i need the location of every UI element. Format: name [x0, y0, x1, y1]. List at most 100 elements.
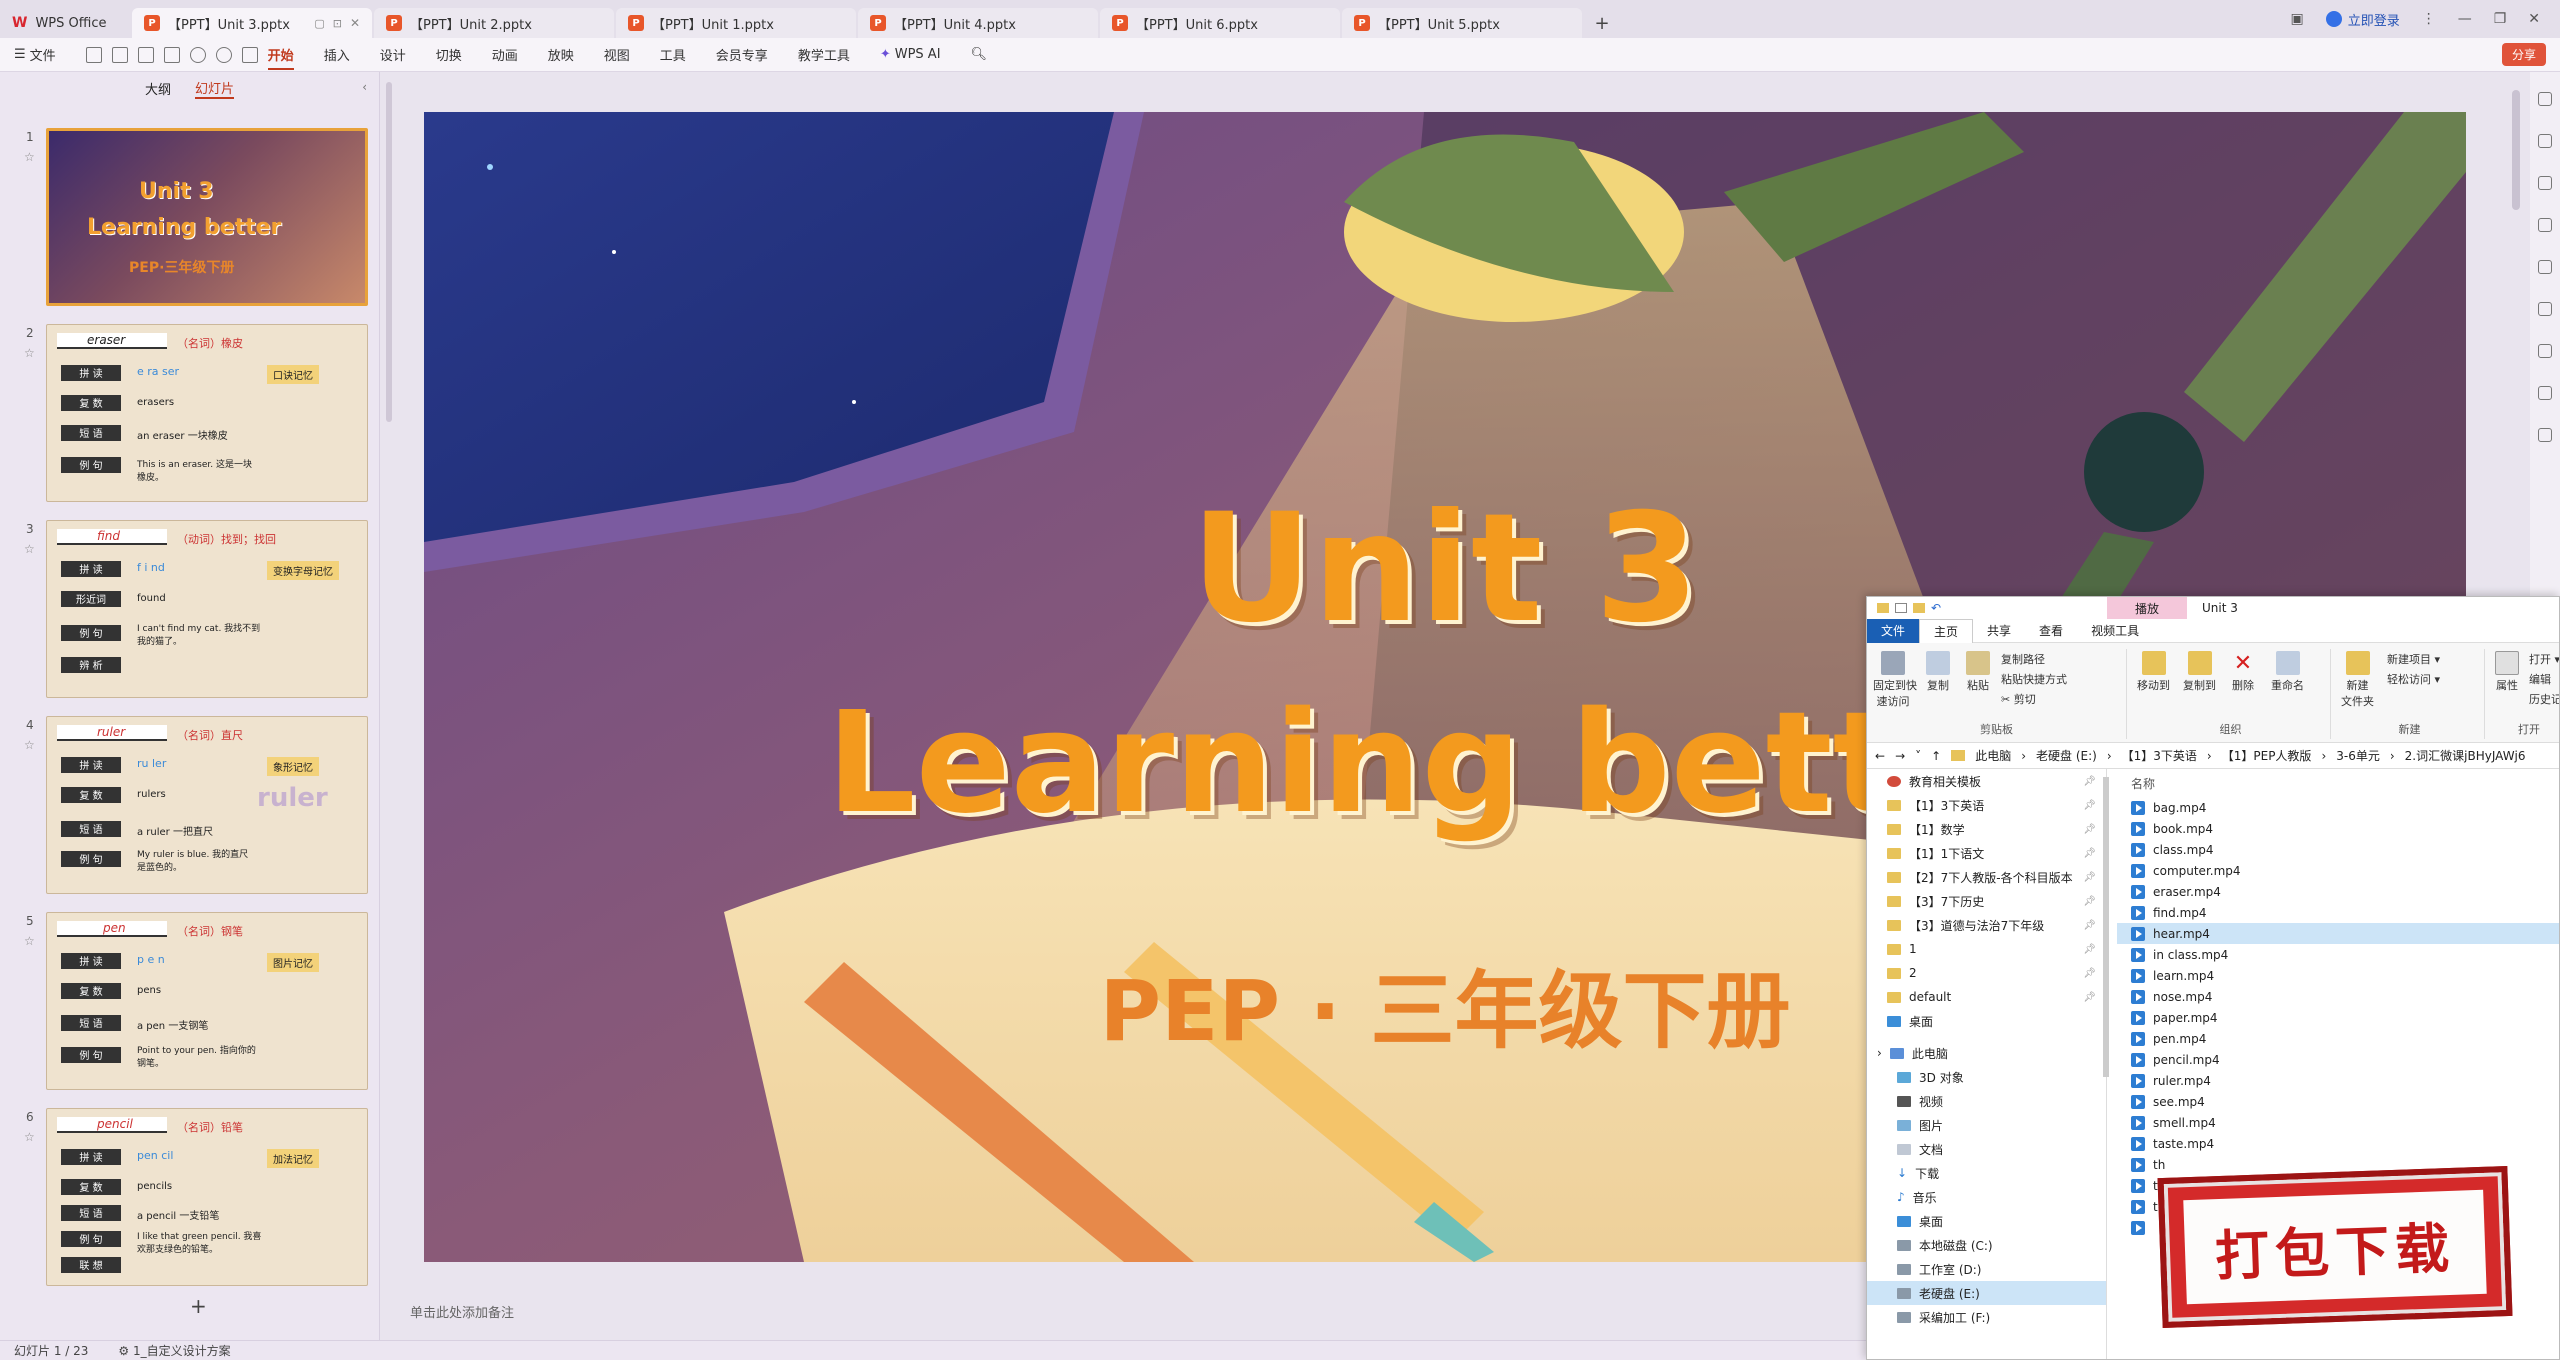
ribbon-tab-insert[interactable]: 插入 — [324, 45, 350, 64]
tab-unit1[interactable]: P 【PPT】Unit 1.pptx — [616, 8, 856, 38]
address-segment[interactable]: 2.词汇微课jBHyJAWj6 — [2405, 747, 2526, 764]
resource-icon[interactable] — [2538, 302, 2552, 316]
address-segment[interactable]: 此电脑 — [1975, 747, 2011, 764]
more-icon[interactable]: ⋮ — [2422, 11, 2436, 27]
star-panel-icon[interactable] — [2538, 134, 2552, 148]
ribbon-tab-animation[interactable]: 动画 — [492, 45, 518, 64]
open-button[interactable]: 打开 ▾ — [2529, 651, 2559, 667]
share-button[interactable]: 分享 — [2501, 43, 2546, 66]
add-slide-button[interactable]: + — [190, 1294, 207, 1318]
minimize-icon[interactable]: — — [2458, 11, 2472, 27]
ribbon-tab-slideshow[interactable]: 放映 — [548, 45, 574, 64]
login-button[interactable]: 立即登录 — [2325, 10, 2400, 29]
paste-shortcut-button[interactable]: 粘贴快捷方式 — [2001, 671, 2067, 687]
ribbon-tab-transition[interactable]: 切换 — [436, 45, 462, 64]
nav-item[interactable]: 工作室 (D:) — [1867, 1257, 2106, 1281]
edit-button[interactable]: 编辑 — [2529, 671, 2551, 687]
tab-unit2[interactable]: P 【PPT】Unit 2.pptx — [374, 8, 614, 38]
nav-item[interactable]: 【2】7下人教版-各个科目版本 📌︎ — [1867, 865, 2106, 889]
star-icon[interactable]: ☆ — [24, 1130, 35, 1144]
help-icon[interactable] — [2538, 386, 2552, 400]
save-icon[interactable] — [85, 46, 102, 63]
delete-button[interactable]: ✕ 删除 — [2231, 651, 2255, 693]
slide-thumb-row-3[interactable]: 3 ☆ find （动词）找到；找回 拼 读 f i nd 变换字母记忆 形近词… — [0, 512, 368, 698]
file-item[interactable]: see.mp4 — [2117, 1091, 2559, 1112]
address-segment[interactable]: 【1】3下英语 — [2122, 747, 2197, 764]
copy-button[interactable]: 复制 — [1923, 651, 1953, 693]
undo-icon[interactable] — [189, 46, 206, 63]
slide-thumb-row-4[interactable]: 4 ☆ ruler （名词）直尺 拼 读 ru ler 象形记忆 复 数 rul… — [0, 708, 368, 894]
file-item[interactable]: learn.mp4 — [2117, 965, 2559, 986]
style-icon[interactable] — [2538, 218, 2552, 232]
tools-icon[interactable] — [2538, 260, 2552, 274]
star-icon[interactable]: ☆ — [24, 346, 35, 360]
nav-item[interactable]: default 📌︎ — [1867, 985, 2106, 1009]
address-bar[interactable]: ← → ˅ ↑ 此电脑 › 老硬盘 (E:) › 【1】3下英语 › 【1】PE… — [1867, 743, 2559, 769]
explorer-tab-video[interactable]: 视频工具 — [2077, 619, 2153, 643]
nav-item[interactable]: ↓ 下载 — [1867, 1161, 2106, 1185]
nav-item[interactable]: 2 📌︎ — [1867, 961, 2106, 985]
nav-item[interactable]: 3D 对象 — [1867, 1065, 2106, 1089]
notes-placeholder[interactable]: 单击此处添加备注 — [410, 1302, 514, 1321]
format-painter-icon[interactable] — [241, 46, 258, 63]
tab-window-icon[interactable]: ▢ — [314, 17, 324, 30]
rename-button[interactable]: 重命名 — [2271, 651, 2304, 693]
history-button[interactable]: 历史记录 — [2529, 691, 2559, 707]
paste-button[interactable]: 粘贴 — [1963, 651, 1993, 693]
easy-access-button[interactable]: 轻松访问 ▾ — [2387, 671, 2440, 687]
file-item[interactable]: in class.mp4 — [2117, 944, 2559, 965]
back-icon[interactable]: ← — [1875, 749, 1885, 763]
nav-item[interactable]: 【3】7下历史 📌︎ — [1867, 889, 2106, 913]
tab-wps-home[interactable]: W WPS Office — [0, 8, 130, 38]
collapse-panel-icon[interactable]: ‹ — [362, 80, 367, 94]
redo-icon[interactable] — [215, 46, 232, 63]
slide-thumb-4[interactable]: ruler （名词）直尺 拼 读 ru ler 象形记忆 复 数 rulers … — [46, 716, 368, 894]
nav-item[interactable]: 【1】1下语文 📌︎ — [1867, 841, 2106, 865]
address-segment[interactable]: 老硬盘 (E:) — [2036, 747, 2097, 764]
file-item[interactable]: find.mp4 — [2117, 902, 2559, 923]
explorer-tab-home[interactable]: 主页 — [1919, 618, 1974, 643]
forward-icon[interactable]: → — [1895, 749, 1905, 763]
nav-scrollbar[interactable] — [2103, 777, 2109, 1077]
export-icon[interactable] — [111, 46, 128, 63]
copy-to-button[interactable]: 复制到 — [2183, 651, 2216, 693]
slide-thumb-5[interactable]: pen （名词）钢笔 拼 读 p e n 图片记忆 复 数 pens 短 语 a… — [46, 912, 368, 1090]
slide-thumb-row-1[interactable]: 1 ☆ Unit 3 Learning better PEP·三年级下册 — [0, 120, 368, 306]
pin-quick-access-button[interactable]: 固定到快 速访问 — [1873, 651, 1917, 709]
nav-item[interactable]: 桌面 — [1867, 1209, 2106, 1233]
editor-scrollbar[interactable] — [2512, 90, 2520, 210]
undo-quick-icon[interactable]: ↶ — [1931, 601, 1941, 615]
slide-thumb-3[interactable]: find （动词）找到；找回 拼 读 f i nd 变换字母记忆 形近词 fou… — [46, 520, 368, 698]
file-item[interactable]: book.mp4 — [2117, 818, 2559, 839]
new-folder-quick-icon[interactable] — [1913, 603, 1925, 613]
more-tools-icon[interactable] — [2538, 428, 2552, 442]
file-item[interactable]: eraser.mp4 — [2117, 881, 2559, 902]
ribbon-tab-teaching[interactable]: 教学工具 — [798, 45, 850, 64]
nav-item[interactable]: 老硬盘 (E:) — [1867, 1281, 2106, 1305]
new-item-button[interactable]: 新建项目 ▾ — [2387, 651, 2440, 667]
file-item[interactable]: hear.mp4 — [2117, 923, 2559, 944]
nav-item[interactable]: 视频 — [1867, 1089, 2106, 1113]
nav-item[interactable]: 【3】道德与法治7下年级 📌︎ — [1867, 913, 2106, 937]
file-item[interactable]: taste.mp4 — [2117, 1133, 2559, 1154]
address-segment[interactable]: 【1】PEP人教版 — [2222, 747, 2312, 764]
tab-close-icon[interactable]: ✕ — [350, 16, 360, 30]
nav-item[interactable]: 本地磁盘 (C:) — [1867, 1233, 2106, 1257]
slide-thumb-row-5[interactable]: 5 ☆ pen （名词）钢笔 拼 读 p e n 图片记忆 复 数 pens 短… — [0, 904, 368, 1090]
star-icon[interactable]: ☆ — [24, 934, 35, 948]
maximize-icon[interactable]: ❐ — [2494, 11, 2507, 27]
new-folder-button[interactable]: 新建 文件夹 — [2341, 651, 2374, 709]
address-segment[interactable]: 3-6单元 — [2336, 747, 2380, 764]
up-icon[interactable]: ↑ — [1931, 749, 1941, 763]
nav-item[interactable]: › 此电脑 — [1867, 1041, 2106, 1065]
design-scheme[interactable]: ⚙︎ 1_自定义设计方案 — [118, 1342, 230, 1359]
properties-icon[interactable] — [2538, 92, 2552, 106]
tab-unit5[interactable]: P 【PPT】Unit 5.pptx — [1342, 8, 1582, 38]
file-item[interactable]: ruler.mp4 — [2117, 1070, 2559, 1091]
column-name-header[interactable]: 名称 — [2117, 769, 2559, 797]
nav-item[interactable]: ♪ 音乐 — [1867, 1185, 2106, 1209]
file-menu[interactable]: ☰ 文件 — [14, 45, 56, 64]
layout-icon[interactable]: ▣ — [2290, 11, 2303, 27]
recent-icon[interactable]: ˅ — [1915, 749, 1921, 763]
file-item[interactable]: computer.mp4 — [2117, 860, 2559, 881]
